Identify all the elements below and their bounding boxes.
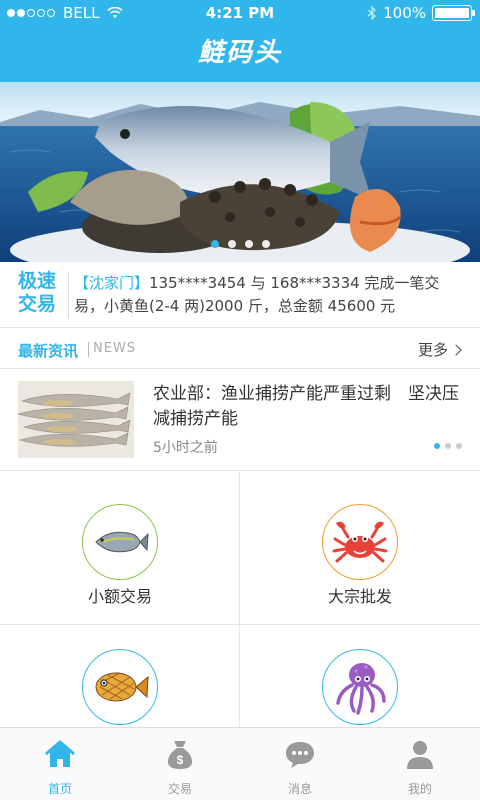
battery-percent: 100% — [383, 4, 426, 22]
page-dot-active — [434, 443, 440, 449]
money-bag-icon: $ — [167, 741, 193, 769]
battery-icon — [432, 5, 475, 21]
banner-image — [0, 82, 480, 262]
news-subtitle: NEWS — [93, 341, 137, 356]
news-item-time: 5小时之前 — [153, 440, 218, 456]
fish-icon — [82, 504, 158, 580]
wholesale-label: 大宗批发 — [327, 587, 392, 606]
news-item-title: 农业部：渔业捕捞产能严重过剩 坚决压减捕捞产能 — [153, 384, 459, 429]
user-icon — [407, 741, 433, 769]
svg-text:$: $ — [177, 753, 184, 767]
octopus-feature-button[interactable] — [240, 625, 480, 727]
divider — [68, 272, 69, 318]
page-dot[interactable] — [244, 240, 253, 248]
pufferfish-icon — [82, 649, 158, 725]
more-news-link[interactable]: 更多 — [417, 339, 462, 360]
fast-trade-tag-line2: 交易 — [18, 293, 57, 315]
seafood-banner[interactable] — [0, 82, 480, 262]
more-label: 更多 — [417, 341, 448, 359]
bluetooth-icon — [367, 6, 377, 20]
news-item[interactable]: 农业部：渔业捕捞产能严重过剩 坚决压减捕捞产能 5小时之前 — [0, 370, 480, 471]
page-dot[interactable] — [261, 240, 270, 248]
octopus-icon — [322, 649, 398, 725]
status-right: 100% — [367, 4, 475, 22]
tab-home-label: 首页 — [47, 782, 72, 796]
tab-profile[interactable]: 我的 — [360, 728, 480, 800]
news-title: 最新资讯 — [18, 342, 79, 360]
home-icon — [45, 740, 75, 767]
status-bar: BELL 4:21 PM 100% — [0, 0, 480, 26]
divider — [88, 342, 89, 357]
page-dot-active[interactable] — [210, 240, 219, 248]
trade-location: 【沈家门】 — [74, 274, 150, 292]
feature-grid: 小额交易 大宗批发 — [0, 472, 480, 727]
small-trade-button[interactable]: 小额交易 — [0, 472, 240, 625]
tab-trade-label: 交易 — [167, 782, 192, 796]
fast-trade-ticker[interactable]: 极速 交易 【沈家门】135****3454 与 168***3334 完成一笔… — [0, 262, 480, 328]
news-thumbnail — [18, 381, 134, 458]
page-dot — [456, 443, 462, 449]
chevron-right-icon — [450, 343, 462, 356]
tab-home[interactable]: 首页 — [0, 728, 120, 800]
tab-messages[interactable]: 消息 — [240, 728, 360, 800]
app-title: 鲢码头 — [197, 38, 282, 68]
fast-trade-tag-line1: 极速 — [18, 270, 57, 292]
wholesale-button[interactable]: 大宗批发 — [240, 472, 480, 625]
tab-trade[interactable]: $ 交易 — [120, 728, 240, 800]
message-icon — [286, 742, 314, 768]
banner-pagination — [0, 240, 480, 248]
fast-trade-tag: 极速 交易 — [18, 270, 62, 316]
pufferfish-feature-button[interactable] — [0, 625, 240, 727]
tab-profile-label: 我的 — [407, 782, 432, 796]
top-bar: BELL 4:21 PM 100% 鲢码头 — [0, 0, 480, 82]
news-pagination — [434, 443, 462, 449]
small-trade-label: 小额交易 — [87, 587, 152, 606]
tab-messages-label: 消息 — [287, 782, 312, 796]
fast-trade-message: 【沈家门】135****3454 与 168***3334 完成一笔交易，小黄鱼… — [74, 272, 466, 318]
bottom-tab-bar: 首页 $ 交易 消息 我的 — [0, 727, 480, 800]
crab-icon — [322, 504, 398, 580]
page-dot[interactable] — [227, 240, 236, 248]
page-dot — [445, 443, 451, 449]
news-header: 最新资讯 NEWS 更多 — [0, 329, 480, 369]
app-screen: BELL 4:21 PM 100% 鲢码头 极速 交易 【沈家门】135****… — [0, 0, 480, 800]
